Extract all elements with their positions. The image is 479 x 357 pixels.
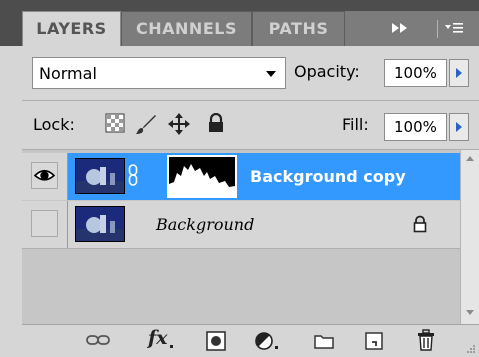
- add-mask-icon[interactable]: [206, 331, 226, 351]
- layers-panel: LAYERS CHANNELS PATHS Normal Opacity: 10…: [0, 0, 479, 357]
- layer-thumbnail[interactable]: [75, 158, 125, 194]
- tab-bar: LAYERS CHANNELS PATHS: [0, 0, 479, 46]
- tab-channels[interactable]: CHANNELS: [121, 11, 252, 46]
- tab-controls: [345, 11, 479, 46]
- panel-menu-icon[interactable]: [445, 21, 465, 37]
- opacity-label: Opacity:: [294, 62, 360, 81]
- lock-label: Lock:: [33, 115, 75, 134]
- tab-layers[interactable]: LAYERS: [22, 11, 121, 46]
- layer-mask-thumbnail[interactable]: [167, 155, 237, 198]
- fx-text: fx: [148, 327, 168, 349]
- opacity-input[interactable]: 100%: [384, 59, 447, 87]
- lock-icon: [413, 215, 427, 233]
- layer-name[interactable]: Background copy: [250, 167, 406, 186]
- lock-position-icon[interactable]: [168, 113, 190, 135]
- layer-row[interactable]: Background: [22, 201, 460, 249]
- fast-forward-icon[interactable]: [392, 23, 408, 33]
- layer-row[interactable]: Background copy: [22, 153, 460, 200]
- lock-all-icon[interactable]: [207, 113, 225, 133]
- new-layer-icon[interactable]: [365, 332, 383, 350]
- visibility-cell[interactable]: [22, 153, 68, 200]
- fx-dot: [170, 345, 173, 348]
- trash-icon[interactable]: [417, 329, 435, 351]
- layer-list-scrollbar[interactable]: [460, 150, 479, 324]
- visibility-toggle[interactable]: [31, 162, 58, 189]
- scroll-down-icon[interactable]: [466, 310, 474, 315]
- fill-label: Fill:: [342, 115, 369, 134]
- bottom-toolbar: fx: [22, 324, 479, 357]
- lock-row: Lock: Fill: 100%: [22, 101, 479, 149]
- tab-paths[interactable]: PATHS: [252, 11, 345, 46]
- opacity-slider-button[interactable]: [449, 59, 469, 87]
- chain-link-icon[interactable]: [128, 164, 138, 186]
- fill-input[interactable]: 100%: [384, 113, 447, 141]
- visibility-cell[interactable]: [22, 201, 68, 248]
- photo-thumbnail-icon: [76, 159, 124, 193]
- tab-menu-separator: [437, 20, 438, 38]
- layer-list: Background copy Background: [22, 150, 460, 324]
- lock-transparent-icon[interactable]: [105, 113, 125, 133]
- fill-slider-button[interactable]: [449, 113, 469, 141]
- layer-thumbnail[interactable]: [75, 206, 125, 242]
- blend-mode-value: Normal: [39, 64, 97, 83]
- eye-icon: [33, 169, 56, 181]
- lock-pixels-icon[interactable]: [135, 113, 157, 135]
- adjustment-layer-icon[interactable]: [254, 331, 280, 351]
- visibility-toggle[interactable]: [31, 210, 58, 237]
- new-group-icon[interactable]: [314, 333, 334, 349]
- blend-mode-select[interactable]: Normal: [32, 57, 286, 89]
- chevron-down-icon: [266, 71, 276, 77]
- resize-grip-icon[interactable]: [466, 344, 476, 354]
- photo-thumbnail-icon: [76, 207, 124, 241]
- mask-shape-icon: [169, 157, 235, 196]
- layer-name[interactable]: Background: [156, 215, 254, 234]
- link-layers-icon[interactable]: [86, 334, 110, 346]
- blend-row: Normal Opacity: 100%: [22, 46, 479, 100]
- scroll-up-icon[interactable]: [466, 156, 474, 161]
